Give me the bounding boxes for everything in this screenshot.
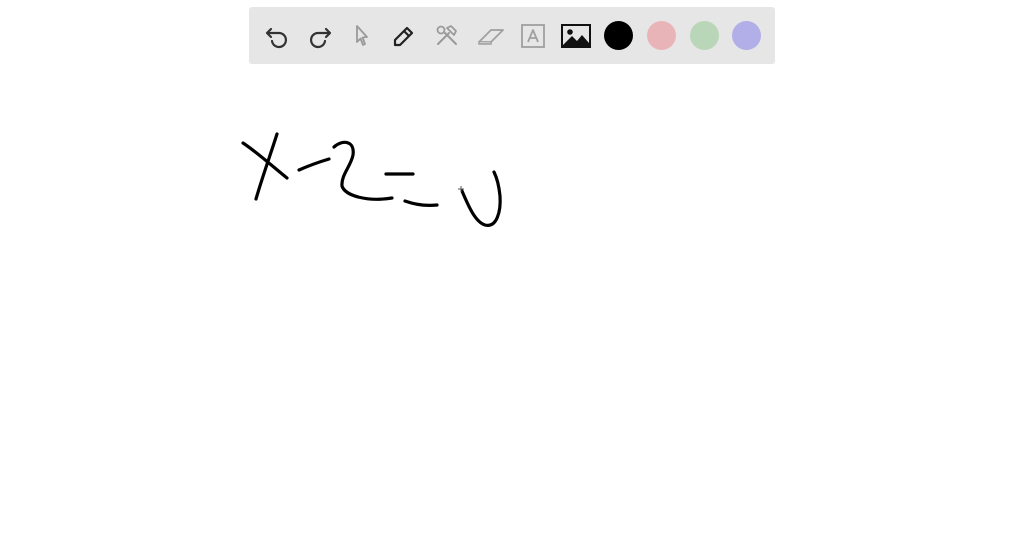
- undo-button[interactable]: [261, 20, 293, 52]
- handwritten-ink: [241, 132, 502, 227]
- color-purple-swatch[interactable]: [732, 21, 761, 50]
- drawing-canvas[interactable]: [0, 70, 1024, 552]
- select-tool-button[interactable]: [346, 20, 378, 52]
- text-box-icon: [521, 24, 545, 48]
- undo-icon: [265, 27, 288, 49]
- color-green-swatch[interactable]: [690, 21, 719, 50]
- tools-button[interactable]: [431, 20, 463, 52]
- redo-icon: [309, 27, 332, 49]
- pen-icon: [393, 26, 414, 47]
- eraser-tool-button[interactable]: [475, 20, 507, 52]
- pen-tool-button[interactable]: [388, 20, 420, 52]
- whiteboard-app: [0, 0, 1024, 552]
- eraser-icon: [478, 29, 504, 45]
- redo-button[interactable]: [304, 20, 336, 52]
- select-pointer-icon: [356, 25, 368, 46]
- color-black-swatch[interactable]: [604, 21, 633, 50]
- image-insert-button[interactable]: [560, 20, 592, 52]
- image-icon: [561, 24, 591, 48]
- color-pink-swatch[interactable]: [647, 21, 676, 50]
- toolbar: [249, 7, 775, 64]
- tools-icon: [436, 25, 457, 45]
- text-tool-button[interactable]: [517, 20, 549, 52]
